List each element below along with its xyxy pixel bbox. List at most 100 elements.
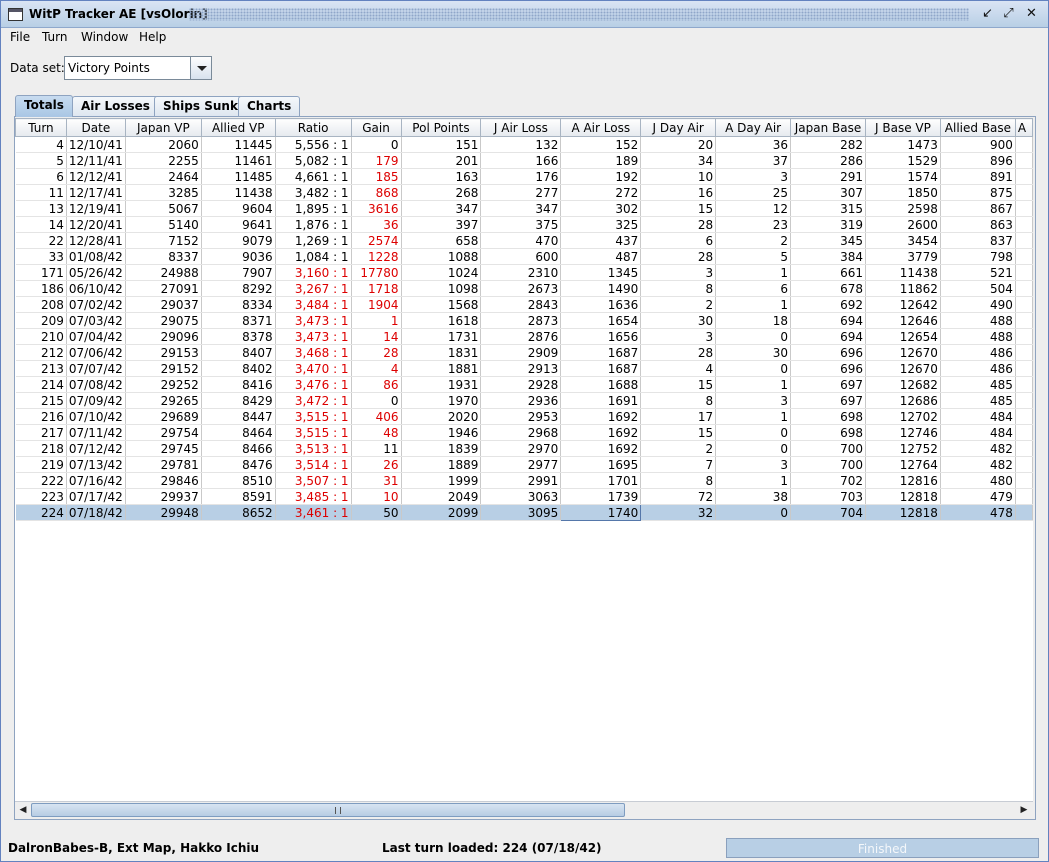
table-row[interactable]: 218 07/12/42 29745 8466 3,513 : 1 11 1839 2970 1…: [15, 440, 1033, 457]
table-cell[interactable]: 201: [401, 152, 482, 169]
table-cell[interactable]: 7152: [125, 232, 202, 249]
table-cell[interactable]: 24988: [125, 264, 202, 281]
table-cell[interactable]: 26: [351, 456, 402, 473]
table-cell[interactable]: 38: [715, 488, 792, 505]
table-row[interactable]: 224 07/18/42 29948 8652 3,461 : 1 50 2099 3095 1…: [15, 504, 1033, 521]
table-row[interactable]: 217 07/11/42 29754 8464 3,515 : 1 48 1946 2968 1…: [15, 424, 1033, 441]
table-cell[interactable]: 2060: [125, 136, 202, 153]
table-cell[interactable]: 11461: [201, 152, 276, 169]
table-cell[interactable]: 1946: [401, 424, 482, 441]
table-cell[interactable]: 3063: [480, 488, 562, 505]
table-cell[interactable]: 12818: [865, 504, 941, 521]
column-header[interactable]: J Air Loss: [480, 118, 562, 137]
table-cell[interactable]: 12/12/41: [66, 168, 126, 185]
chevron-down-icon[interactable]: [190, 57, 211, 79]
table-row[interactable]: 216 07/10/42 29689 8447 3,515 : 1 406 2020 2953…: [15, 408, 1033, 425]
table-cell[interactable]: 29754: [125, 424, 202, 441]
table-cell[interactable]: 694: [790, 328, 867, 345]
table-cell[interactable]: 17780: [351, 264, 402, 281]
table-cell[interactable]: 29948: [125, 504, 202, 521]
table-cell[interactable]: 282: [790, 136, 867, 153]
table-cell[interactable]: 325: [560, 216, 642, 233]
table-cell[interactable]: [1015, 424, 1033, 441]
table-cell[interactable]: [1015, 264, 1033, 281]
table-cell[interactable]: 661: [790, 264, 867, 281]
table-cell[interactable]: 8466: [201, 440, 276, 457]
table-cell[interactable]: 12/28/41: [66, 232, 126, 249]
table-cell[interactable]: 48: [351, 424, 402, 441]
table-cell[interactable]: 875: [940, 184, 1016, 201]
horizontal-scrollbar[interactable]: ◀ ▶: [15, 801, 1033, 817]
menu-turn[interactable]: Turn: [42, 30, 67, 44]
table-cell[interactable]: 12670: [865, 360, 941, 377]
table-cell[interactable]: 29096: [125, 328, 202, 345]
table-cell[interactable]: 9079: [201, 232, 276, 249]
column-header[interactable]: A Air Loss: [560, 118, 642, 137]
table-cell[interactable]: 0: [715, 424, 792, 441]
table-cell[interactable]: 2873: [480, 312, 562, 329]
table-cell[interactable]: 484: [940, 424, 1016, 441]
table-cell[interactable]: 210: [15, 328, 67, 345]
table-row[interactable]: 186 06/10/42 27091 8292 3,267 : 1 1718 1098 267…: [15, 280, 1033, 297]
table-cell[interactable]: [1015, 152, 1033, 169]
table-cell[interactable]: 218: [15, 440, 67, 457]
table-cell[interactable]: 12764: [865, 456, 941, 473]
table-cell[interactable]: 31: [351, 472, 402, 489]
table-cell[interactable]: [1015, 360, 1033, 377]
table-cell[interactable]: 8: [640, 392, 717, 409]
table-cell[interactable]: 07/07/42: [66, 360, 126, 377]
table-cell[interactable]: 219: [15, 456, 67, 473]
minimize-icon[interactable]: ↙: [980, 7, 995, 22]
table-cell[interactable]: 07/16/42: [66, 472, 126, 489]
table-cell[interactable]: 700: [790, 456, 867, 473]
table-cell[interactable]: 307: [790, 184, 867, 201]
table-cell[interactable]: 3616: [351, 200, 402, 217]
table-row[interactable]: 209 07/03/42 29075 8371 3,473 : 1 1 1618 2873 16…: [15, 312, 1033, 329]
table-cell[interactable]: 480: [940, 472, 1016, 489]
table-cell[interactable]: 07/09/42: [66, 392, 126, 409]
table-cell[interactable]: 28: [640, 344, 717, 361]
table-cell[interactable]: 29152: [125, 360, 202, 377]
table-cell[interactable]: 1574: [865, 168, 941, 185]
table-cell[interactable]: 12: [715, 200, 792, 217]
table-cell[interactable]: 3,472 : 1: [275, 392, 352, 409]
table-cell[interactable]: 15: [640, 376, 717, 393]
table-cell[interactable]: 3,267 : 1: [275, 280, 352, 297]
table-cell[interactable]: 487: [560, 248, 642, 265]
table-cell[interactable]: 482: [940, 440, 1016, 457]
table-cell[interactable]: [1015, 232, 1033, 249]
table-cell[interactable]: 1654: [560, 312, 642, 329]
table-cell[interactable]: 29689: [125, 408, 202, 425]
table-cell[interactable]: 07/06/42: [66, 344, 126, 361]
table-cell[interactable]: 37: [715, 152, 792, 169]
table-cell[interactable]: [1015, 136, 1033, 153]
table-cell[interactable]: 06/10/42: [66, 280, 126, 297]
table-cell[interactable]: 32: [640, 504, 717, 521]
table-cell[interactable]: 1490: [560, 280, 642, 297]
table-row[interactable]: 11 12/17/41 3285 11438 3,482 : 1 868 268 277 272…: [15, 184, 1033, 201]
table-cell[interactable]: 698: [790, 408, 867, 425]
table-cell[interactable]: [1015, 328, 1033, 345]
table-cell[interactable]: 3,485 : 1: [275, 488, 352, 505]
table-cell[interactable]: 50: [351, 504, 402, 521]
table-row[interactable]: 214 07/08/42 29252 8416 3,476 : 1 86 1931 2928 1…: [15, 376, 1033, 393]
table-cell[interactable]: 900: [940, 136, 1016, 153]
table-cell[interactable]: 10: [640, 168, 717, 185]
tab-charts[interactable]: Charts: [238, 96, 301, 116]
scrollbar-thumb[interactable]: [31, 803, 625, 817]
table-row[interactable]: 213 07/07/42 29152 8402 3,470 : 1 4 1881 2913 16…: [15, 360, 1033, 377]
table-cell[interactable]: 8476: [201, 456, 276, 473]
table-cell[interactable]: 8464: [201, 424, 276, 441]
table-cell[interactable]: 07/17/42: [66, 488, 126, 505]
table-cell[interactable]: 171: [15, 264, 67, 281]
table-cell[interactable]: 479: [940, 488, 1016, 505]
table-cell[interactable]: 07/10/42: [66, 408, 126, 425]
table-cell[interactable]: 4: [351, 360, 402, 377]
table-cell[interactable]: 5,556 : 1: [275, 136, 352, 153]
table-cell[interactable]: 1,876 : 1: [275, 216, 352, 233]
table-cell[interactable]: 482: [940, 456, 1016, 473]
table-cell[interactable]: 8429: [201, 392, 276, 409]
table-cell[interactable]: 11485: [201, 168, 276, 185]
table-cell[interactable]: 6: [640, 232, 717, 249]
table-cell[interactable]: 2977: [480, 456, 562, 473]
